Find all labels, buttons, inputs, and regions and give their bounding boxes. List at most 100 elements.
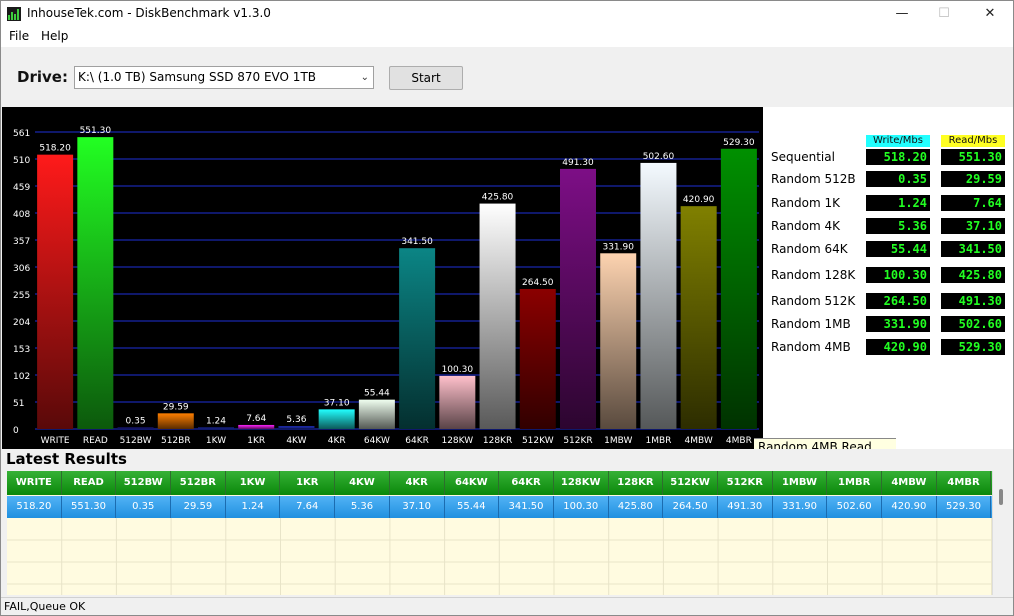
chart-bar[interactable] — [358, 399, 395, 429]
column-header[interactable]: 64KR — [499, 471, 554, 495]
x-tick-label: 4KR — [328, 436, 346, 446]
y-tick-label: 357 — [13, 237, 30, 247]
vertical-scrollbar[interactable] — [992, 471, 1010, 595]
chart-bar[interactable] — [479, 203, 516, 429]
scrollbar-thumb[interactable] — [999, 489, 1003, 505]
read-value: 341.50 — [941, 241, 1005, 257]
column-header[interactable]: 128KW — [554, 471, 609, 495]
chart-bar[interactable] — [720, 148, 757, 429]
x-tick-label: WRITE — [41, 436, 70, 446]
chart-bar[interactable] — [600, 253, 637, 429]
table-row[interactable]: 518.20 551.30 0.35 29.59 1.24 7.64 5.36 37.10 55… — [7, 496, 992, 518]
close-button[interactable]: ✕ — [967, 1, 1013, 27]
column-header[interactable]: 512KW — [663, 471, 718, 495]
table-cell[interactable]: 341.50 — [499, 496, 554, 518]
bar-value-label: 529.30 — [723, 138, 755, 148]
table-cell[interactable]: 37.10 — [390, 496, 445, 518]
x-tick-label: 512KW — [522, 436, 554, 446]
minimize-button[interactable]: — — [879, 1, 925, 27]
chart-bar[interactable] — [238, 424, 275, 429]
table-cell[interactable]: 264.50 — [663, 496, 718, 518]
drive-select-value: K:\ (1.0 TB) Samsung SSD 870 EVO 1TB — [78, 70, 317, 84]
chart-bar[interactable] — [439, 375, 476, 429]
table-cell[interactable]: 0.35 — [116, 496, 172, 518]
x-tick-label: 128KW — [441, 436, 473, 446]
table-cell[interactable]: 7.64 — [280, 496, 336, 518]
result-label: Random 4MB — [771, 340, 851, 354]
menu-help[interactable]: Help — [41, 29, 68, 43]
grid-header: WRITE READ 512BW 512BR 1KW 1KR 4KW 4KR 64KW 64KR 1… — [7, 471, 992, 495]
column-header[interactable]: 4MBW — [882, 471, 937, 495]
drive-select[interactable]: K:\ (1.0 TB) Samsung SSD 870 EVO 1TB ⌄ — [74, 66, 374, 89]
table-cell[interactable]: 551.30 — [62, 496, 117, 518]
bar-value-label: 331.90 — [602, 242, 634, 252]
chart-bar[interactable] — [278, 426, 315, 429]
table-cell[interactable]: 491.30 — [718, 496, 773, 518]
table-cell[interactable]: 29.59 — [171, 496, 226, 518]
chart-bar[interactable] — [77, 137, 114, 429]
table-cell[interactable]: 425.80 — [609, 496, 664, 518]
column-header[interactable]: 128KR — [609, 471, 664, 495]
chart-bar[interactable] — [399, 248, 436, 429]
table-cell[interactable]: 55.44 — [445, 496, 500, 518]
x-tick-label: 128KR — [483, 436, 512, 446]
table-cell[interactable]: 331.90 — [773, 496, 828, 518]
latest-results-title: Latest Results — [6, 450, 127, 468]
column-header[interactable]: 1KR — [280, 471, 336, 495]
chart-bar[interactable] — [37, 154, 74, 430]
table-cell[interactable]: 518.20 — [7, 496, 62, 518]
chart-bar[interactable] — [198, 427, 234, 430]
chart-bar[interactable] — [157, 413, 194, 429]
column-header[interactable]: 512BR — [171, 471, 226, 495]
x-tick-label: 1MBR — [645, 436, 671, 446]
column-header[interactable]: 4KW — [335, 471, 390, 495]
column-header[interactable]: 1MBR — [827, 471, 882, 495]
read-value: 502.60 — [941, 316, 1005, 332]
column-header[interactable]: WRITE — [7, 471, 62, 495]
result-label: Random 4K — [771, 219, 840, 233]
column-header[interactable]: 4MBR — [937, 471, 992, 495]
table-cell[interactable]: 420.90 — [882, 496, 937, 518]
write-value: 420.90 — [866, 339, 930, 355]
bar-value-label: 0.35 — [126, 417, 146, 427]
maximize-button[interactable]: ☐ — [921, 1, 967, 27]
toolbar: Drive: K:\ (1.0 TB) Samsung SSD 870 EVO … — [1, 47, 1013, 107]
read-header: Read/Mbs — [941, 135, 1005, 147]
y-tick-label: 102 — [13, 372, 30, 382]
chart-bar[interactable] — [640, 162, 677, 429]
table-cell[interactable]: 5.36 — [335, 496, 390, 518]
column-header[interactable]: 4KR — [390, 471, 445, 495]
y-tick-label: 510 — [13, 156, 30, 166]
table-cell[interactable]: 100.30 — [554, 496, 609, 518]
column-header[interactable]: READ — [62, 471, 117, 495]
column-header[interactable]: 512KR — [718, 471, 773, 495]
column-header[interactable]: 512BW — [116, 471, 172, 495]
grid-empty-area — [7, 518, 992, 595]
x-tick-label: 512BW — [120, 436, 152, 446]
menu-file[interactable]: File — [9, 29, 29, 43]
chevron-down-icon[interactable]: ⌄ — [361, 67, 369, 88]
bar-value-label: 264.50 — [522, 278, 554, 288]
chart-bar[interactable] — [680, 206, 717, 429]
bar-value-label: 37.10 — [324, 398, 350, 408]
window-title: InhouseTek.com - DiskBenchmark v1.3.0 — [27, 6, 271, 20]
column-header[interactable]: 1MBW — [773, 471, 828, 495]
chart-bar[interactable] — [117, 427, 154, 430]
result-label: Sequential — [771, 150, 835, 164]
table-cell[interactable]: 502.60 — [827, 496, 882, 518]
x-tick-label: 64KW — [364, 436, 390, 446]
bar-value-label: 425.80 — [482, 193, 514, 203]
x-tick-label: 1MBW — [604, 436, 632, 446]
latest-results-grid[interactable]: WRITE READ 512BW 512BR 1KW 1KR 4KW 4KR 64KW 64KR 1… — [7, 471, 992, 595]
chart-bar[interactable] — [318, 409, 355, 429]
y-tick-label: 306 — [13, 264, 30, 274]
title-bar: InhouseTek.com - DiskBenchmark v1.3.0 — … — [1, 1, 1013, 27]
bar-value-label: 100.30 — [442, 365, 474, 375]
column-header[interactable]: 1KW — [226, 471, 281, 495]
table-cell[interactable]: 1.24 — [226, 496, 281, 518]
start-button[interactable]: Start — [389, 66, 463, 90]
chart-bar[interactable] — [560, 168, 596, 429]
column-header[interactable]: 64KW — [445, 471, 500, 495]
table-cell[interactable]: 529.30 — [937, 496, 992, 518]
chart-bar[interactable] — [519, 288, 556, 429]
